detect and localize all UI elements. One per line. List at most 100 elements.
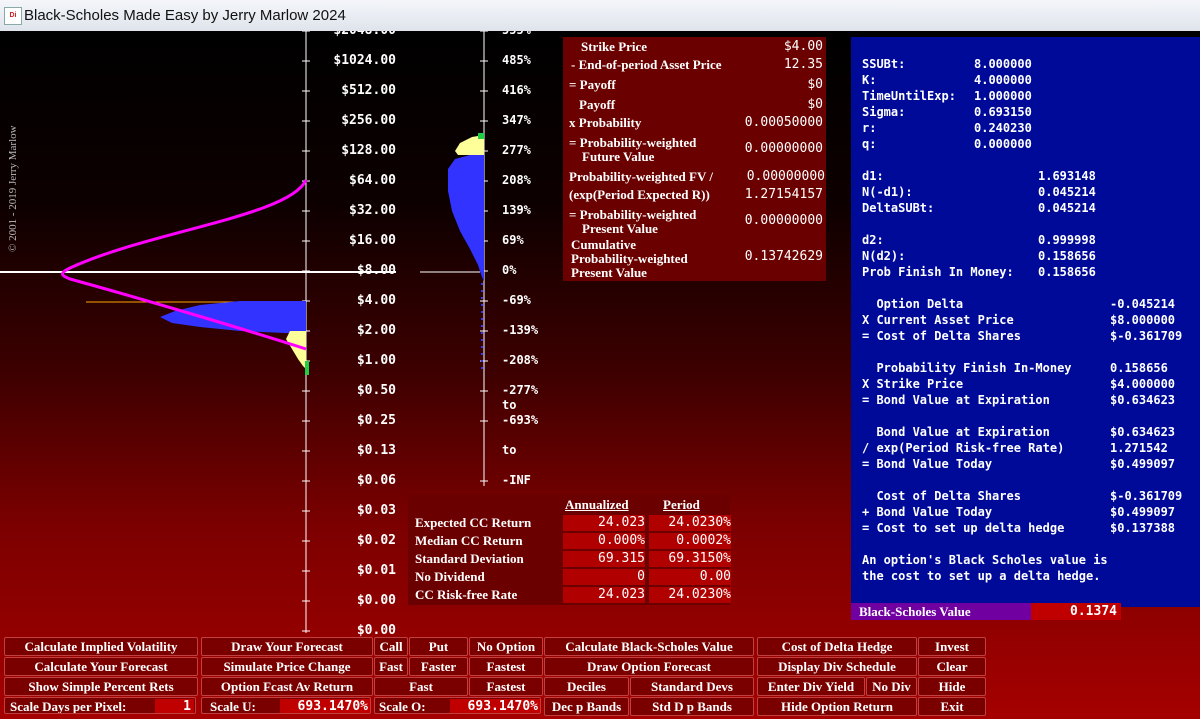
price-tick-label: $8.00 — [356, 263, 396, 278]
returns-row-period: 0.0002% — [649, 533, 731, 549]
returns-row-period: 24.0230% — [649, 515, 731, 531]
pwfv-label-2: Future Value — [582, 149, 655, 164]
std-d-p-bands-button[interactable]: Std D p Bands — [630, 697, 754, 716]
price-tick-label: $0.00 — [356, 593, 396, 608]
hide-button[interactable]: Hide — [918, 677, 986, 696]
returns-row-annualized: 24.023 — [563, 587, 645, 603]
d2-value: 0.999998 — [1038, 233, 1096, 247]
return-tick-label: to — [502, 443, 517, 457]
d1-label: d1: — [862, 169, 884, 183]
faster-button[interactable]: Faster — [409, 657, 468, 676]
copyright-text: © 2001 - 2019 Jerry Marlow — [7, 125, 19, 252]
bond-exp2-value: $0.634623 — [1110, 425, 1176, 439]
price-tick-label: $0.00 — [356, 623, 396, 638]
price-tick-label: $2048.00 — [310, 31, 396, 38]
exit-button[interactable]: Exit — [918, 697, 986, 716]
end-price-value: 12.35 — [783, 57, 823, 72]
price-tick-label: $0.02 — [356, 533, 396, 548]
bond-exp-value: $0.634623 — [1110, 393, 1176, 407]
option-delta-label: Option Delta — [862, 297, 964, 311]
cost-delta-label: = Cost of Delta Shares — [862, 329, 1021, 343]
fast-button-1[interactable]: Fast — [374, 657, 408, 676]
price-tick-label: $64.00 — [349, 173, 396, 188]
fv-value: 0.00000000 — [746, 169, 825, 184]
return-tick-label: 0% — [502, 263, 517, 277]
d2-label: d2: — [862, 233, 884, 247]
return-tick-label: 69% — [502, 233, 524, 247]
returns-row-period: 69.3150% — [649, 551, 731, 567]
scale-o-field[interactable]: Scale O: 693.1470% — [374, 697, 541, 714]
price-tick-label: $512.00 — [341, 83, 396, 98]
invest-button[interactable]: Invest — [918, 637, 986, 656]
strike-label: Strike Price — [581, 39, 648, 54]
enter-div-yield-button[interactable]: Enter Div Yield — [757, 677, 865, 696]
fastest-button-2[interactable]: Fastest — [469, 677, 543, 696]
pwpv-value: 0.00000000 — [744, 213, 823, 228]
cost-delta-value: $-0.361709 — [1110, 329, 1183, 343]
fv-label: Probability-weighted FV / — [569, 169, 713, 184]
display-div-schedule-button[interactable]: Display Div Schedule — [757, 657, 917, 676]
tte-label: TimeUntilExp: — [862, 89, 956, 103]
price-tick-label: $0.13 — [356, 443, 396, 458]
fast-button-2[interactable]: Fast — [374, 677, 468, 696]
simulate-price-change-button[interactable]: Simulate Price Change — [201, 657, 373, 676]
probability-panel: Payoff $0 x Probability 0.00050000 = Pro… — [563, 95, 826, 167]
returns-row-label: Median CC Return — [415, 533, 523, 548]
calculate-implied-volatility-button[interactable]: Calculate Implied Volatility — [4, 637, 198, 656]
standard-devs-button[interactable]: Standard Devs — [630, 677, 754, 696]
scale-days-value[interactable]: 1 — [155, 699, 194, 713]
header-annualized: Annualized — [565, 497, 629, 512]
deciles-button[interactable]: Deciles — [544, 677, 629, 696]
price-histogram — [160, 301, 306, 334]
delta-value: 0.045214 — [1038, 201, 1096, 215]
window-title: Black-Scholes Made Easy by Jerry Marlow … — [24, 7, 346, 24]
payoff-panel: Strike Price $4.00 - End-of-period Asset… — [563, 37, 826, 97]
q-value: 0.000000 — [974, 137, 1032, 151]
return-tick-label: to — [502, 398, 517, 412]
cost-of-delta-hedge-button[interactable]: Cost of Delta Hedge — [757, 637, 917, 656]
option-fcast-av-return-button[interactable]: Option Fcast Av Return — [201, 677, 373, 696]
return-histogram-green — [478, 133, 484, 139]
calculate-black-scholes-button[interactable]: Calculate Black-Scholes Value — [544, 637, 754, 656]
hide-option-return-button[interactable]: Hide Option Return — [757, 697, 917, 716]
no-div-button[interactable]: No Div — [866, 677, 917, 696]
return-tick-label: 485% — [502, 53, 531, 67]
return-tick-label: -139% — [502, 323, 539, 337]
scale-days-field[interactable]: Scale Days per Pixel: 1 — [4, 697, 196, 714]
exp-label: (exp(Period Expected R)) — [569, 187, 710, 202]
sigma-label: Sigma: — [862, 105, 906, 119]
price-tick-label: $1.00 — [356, 353, 396, 368]
prob-finish-value: 0.158656 — [1038, 265, 1096, 279]
draw-option-forecast-button[interactable]: Draw Option Forecast — [544, 657, 754, 676]
strike-value: $4.00 — [783, 39, 823, 54]
put-button[interactable]: Put — [409, 637, 468, 656]
draw-your-forecast-button[interactable]: Draw Your Forecast — [201, 637, 373, 656]
r-value: 0.240230 — [974, 121, 1032, 135]
return-tick-label: 416% — [502, 83, 531, 97]
no-option-button[interactable]: No Option — [469, 637, 543, 656]
scale-u-field[interactable]: Scale U: 693.1470% — [201, 697, 371, 714]
return-tick-label: -INF — [502, 473, 531, 487]
return-tick-label: -277% — [502, 383, 539, 397]
scale-o-value[interactable]: 693.1470% — [450, 699, 540, 713]
call-button[interactable]: Call — [374, 637, 408, 656]
returns-row-label: Standard Deviation — [415, 551, 524, 566]
delta-label: DeltaSUBt: — [862, 201, 935, 215]
scale-u-value[interactable]: 693.1470% — [280, 699, 370, 713]
nd2-value: 0.158656 — [1038, 249, 1096, 263]
returns-row-annualized: 24.023 — [563, 515, 645, 531]
clear-button[interactable]: Clear — [918, 657, 986, 676]
strike-price-label: X Strike Price — [862, 377, 964, 391]
probability-label: x Probability — [569, 115, 642, 130]
note-line-1: An option's Black Scholes value is — [862, 553, 1108, 567]
returns-row-label: No Dividend — [415, 569, 485, 584]
show-simple-percent-rets-button[interactable]: Show Simple Percent Rets — [4, 677, 198, 696]
strike-price-value: $4.000000 — [1110, 377, 1176, 391]
dec-p-bands-button[interactable]: Dec p Bands — [544, 697, 629, 716]
calculate-your-forecast-button[interactable]: Calculate Your Forecast — [4, 657, 198, 676]
header-period: Period — [663, 497, 700, 512]
present-value-panel: Probability-weighted FV / 0.00000000 (ex… — [563, 167, 826, 237]
price-tick-label: $1024.00 — [333, 53, 396, 68]
exp-rf-value: 1.271542 — [1110, 441, 1168, 455]
fastest-button-1[interactable]: Fastest — [469, 657, 543, 676]
